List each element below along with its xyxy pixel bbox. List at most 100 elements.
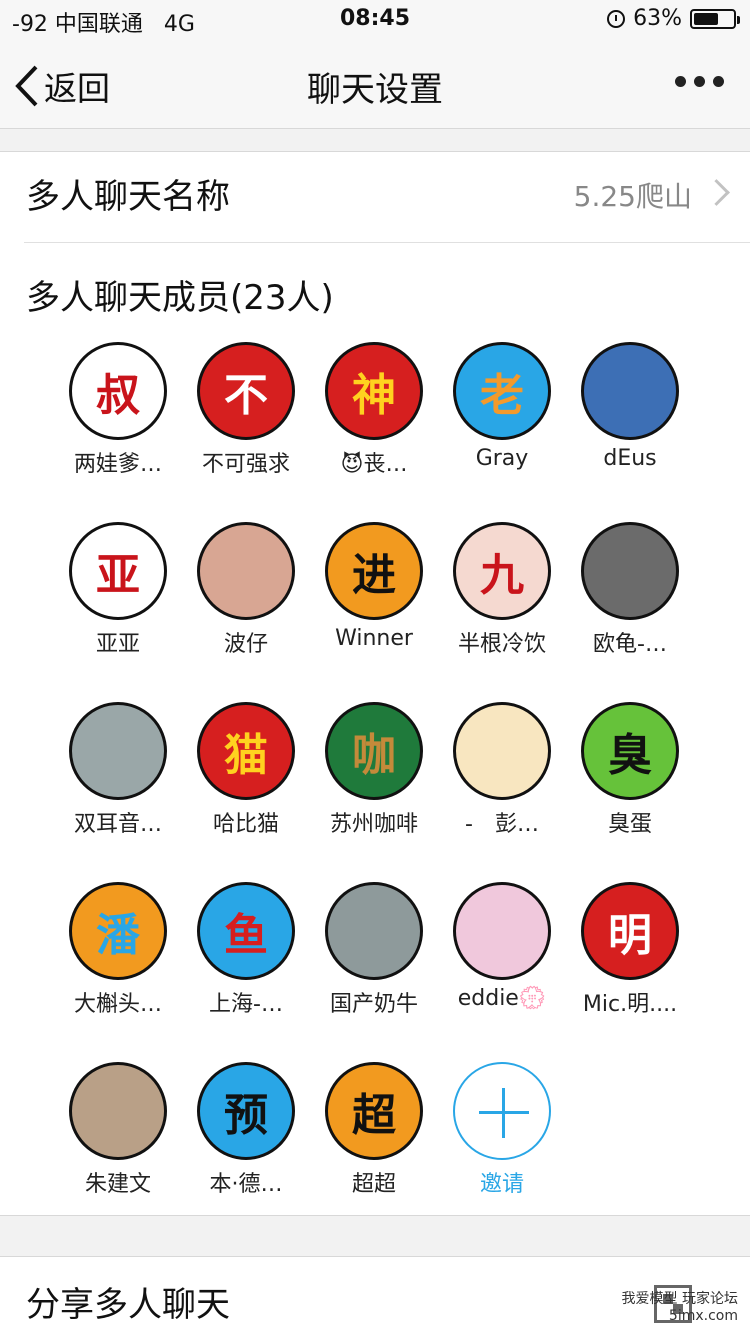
avatar-photo-child: [197, 522, 295, 620]
member-item[interactable]: 欧龟-…: [566, 522, 694, 658]
watermark-line1: 我爱模型 玩家论坛: [621, 1291, 738, 1307]
avatar-photo-model: [325, 882, 423, 980]
member-name: 不可强求: [201, 452, 290, 477]
invite-label: 邀请: [479, 1172, 524, 1197]
member-item[interactable]: 不不可强求: [182, 342, 310, 478]
avatar-photo-motorbike: [69, 702, 167, 800]
chevron-right-icon: [703, 179, 730, 206]
member-item[interactable]: 潘大槲头…: [54, 882, 182, 1018]
battery-percent: 63%: [633, 6, 682, 31]
avatar-canbe: 不: [197, 342, 295, 440]
avatar-anime: [453, 702, 551, 800]
avatar-glyph: 叔: [96, 370, 140, 421]
avatar-glyph: 老: [480, 370, 524, 421]
avatar-glyph: 神: [352, 370, 396, 421]
member-item[interactable]: dEus: [566, 342, 694, 471]
member-item[interactable]: 波仔: [182, 522, 310, 658]
member-item[interactable]: 老 Gray: [438, 342, 566, 471]
member-name: 半根冷饮: [457, 632, 546, 657]
dot-icon: [694, 76, 705, 87]
group-info-card: 多人聊天名称 5.25爬山 多人聊天成员(23人) 叔两娃爹… 不不可强求神 😈丧……: [0, 151, 750, 1216]
member-item[interactable]: 九半根冷饮: [438, 522, 566, 658]
member-name: 哈比猫: [212, 812, 279, 837]
member-name: 苏州咖啡: [329, 812, 418, 837]
avatar-yu: 预: [197, 1062, 295, 1160]
avatar-winner: 进: [325, 522, 423, 620]
member-item[interactable]: 亚亚亚: [54, 522, 182, 658]
navigation-bar: 返回 聊天设置: [0, 40, 750, 129]
member-name: 本·德…: [209, 1172, 283, 1197]
avatar-icecream: 九: [453, 522, 551, 620]
member-name: 欧龟-…: [593, 632, 667, 657]
avatar-pan: 潘: [69, 882, 167, 980]
battery-icon: [690, 8, 740, 29]
avatar-glyph: 猫: [224, 730, 268, 781]
member-item[interactable]: 臭臭蛋: [566, 702, 694, 838]
avatar-rabbit: [453, 882, 551, 980]
member-name: - 彭…: [465, 812, 539, 837]
page-title: 聊天设置: [307, 70, 443, 110]
member-item[interactable]: 鱼上海-…: [182, 882, 310, 1018]
avatar-michael: 明: [581, 882, 679, 980]
avatar-glyph: 亚: [96, 550, 140, 601]
member-item[interactable]: 明 Mic.明....: [566, 882, 694, 1018]
avatar-glyph: 九: [480, 550, 524, 601]
watermark: 我爱模型 玩家论坛 5imx.com: [622, 1288, 738, 1324]
member-name: 😈丧…: [340, 452, 408, 477]
member-item[interactable]: 神 😈丧…: [310, 342, 438, 478]
member-item[interactable]: 超超超: [310, 1062, 438, 1198]
watermark-line2: 5imx.com: [668, 1308, 738, 1324]
member-item[interactable]: - 彭…: [438, 702, 566, 838]
members-title: 多人聊天成员(23人): [26, 278, 334, 318]
member-item[interactable]: 预本·德…: [182, 1062, 310, 1198]
avatar-photo-building: [69, 1062, 167, 1160]
divider: [24, 242, 750, 243]
more-menu-button[interactable]: [675, 76, 724, 87]
alarm-icon: [607, 9, 626, 28]
member-name: 上海-…: [209, 992, 283, 1017]
member-item[interactable]: 猫哈比猫: [182, 702, 310, 838]
member-name: 双耳音…: [73, 812, 162, 837]
member-item[interactable]: 咖苏州咖啡: [310, 702, 438, 838]
avatar-monkey-king: 神: [325, 342, 423, 440]
avatar-photo-helmet: [581, 522, 679, 620]
member-item[interactable]: eddie💮: [438, 882, 566, 1011]
group-name-label: 多人聊天名称: [26, 177, 230, 217]
avatar-orange-lao: 老: [453, 342, 551, 440]
avatar-photo-man: [581, 342, 679, 440]
avatar-glyph: 潘: [96, 910, 140, 961]
member-name: eddie💮: [457, 986, 547, 1011]
avatar-glyph: 鱼: [224, 910, 268, 961]
member-item[interactable]: 国产奶牛: [310, 882, 438, 1018]
avatar-fish: 鱼: [197, 882, 295, 980]
avatar-coffee: 咖: [325, 702, 423, 800]
avatar-habimao: 猫: [197, 702, 295, 800]
avatar-glyph: 超: [352, 1090, 396, 1141]
member-name: 臭蛋: [607, 812, 652, 837]
status-bar: -92 中国联通 4G 08:45 63%: [0, 0, 750, 40]
member-item[interactable]: 叔两娃爹…: [54, 342, 182, 478]
avatar-chao: 超: [325, 1062, 423, 1160]
member-name: Winner: [335, 626, 413, 651]
member-name: 大槲头…: [73, 992, 162, 1017]
avatar-choudan: 臭: [581, 702, 679, 800]
member-name: 亚亚: [95, 632, 140, 657]
avatar-ya: 亚: [69, 522, 167, 620]
plus-icon: [453, 1062, 551, 1160]
member-item[interactable]: 进 Winner: [310, 522, 438, 651]
invite-button[interactable]: 邀请: [438, 1062, 566, 1198]
avatar-glyph: 明: [608, 910, 652, 961]
dot-icon: [713, 76, 724, 87]
dot-icon: [675, 76, 686, 87]
member-name: dEus: [603, 446, 657, 471]
member-item[interactable]: 双耳音…: [54, 702, 182, 838]
member-name: 两娃爹…: [73, 452, 162, 477]
member-name: Mic.明....: [582, 992, 678, 1017]
member-name: 波仔: [223, 632, 268, 657]
share-label: 分享多人聊天: [26, 1285, 230, 1325]
avatar-glyph: 臭: [608, 730, 652, 781]
avatar-red-calligraphy: 叔: [69, 342, 167, 440]
avatar-glyph: 进: [352, 550, 396, 601]
member-item[interactable]: 朱建文: [54, 1062, 182, 1198]
member-name: 超超: [351, 1172, 396, 1197]
